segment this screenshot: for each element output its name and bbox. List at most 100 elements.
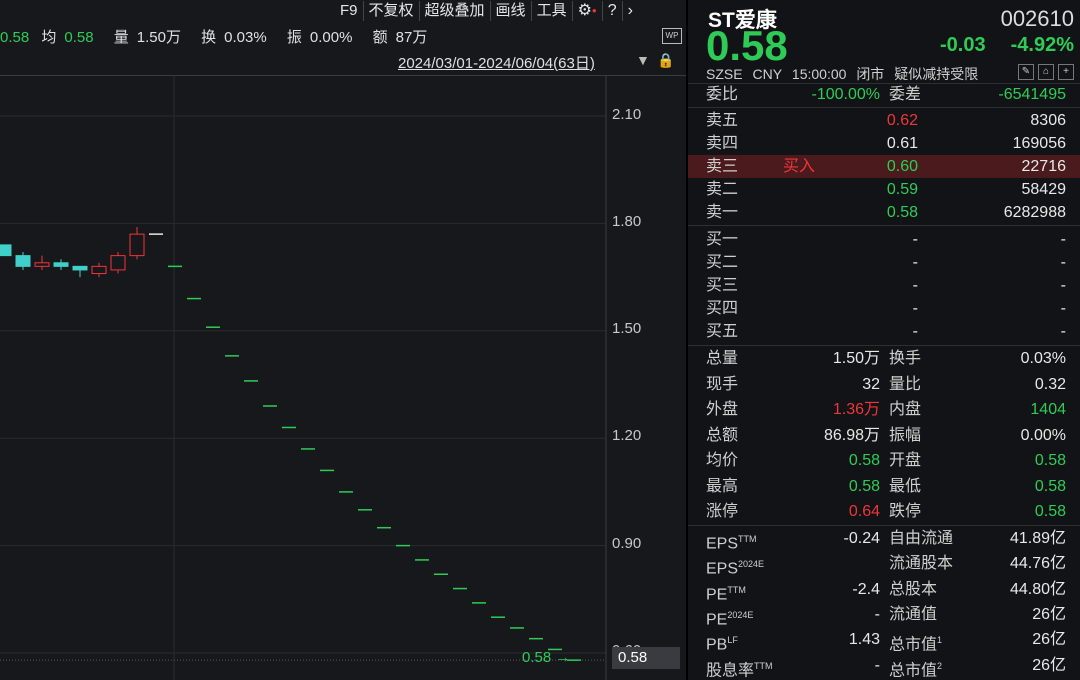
ask-volume: 58429 (1021, 181, 1067, 198)
stat-label: 跌停 (889, 503, 922, 520)
candle-body (72, 265, 88, 271)
bid-level-label: 买五 (706, 323, 739, 340)
fund-label: 流通股本 (889, 555, 954, 573)
ask-price: 0.60 (886, 158, 918, 175)
bid-row[interactable]: 买四 - - (688, 297, 1080, 320)
stock-code: 002610 (1000, 6, 1074, 31)
stat-label: 换手 (889, 350, 922, 367)
fund-value: 26亿 (1032, 605, 1066, 623)
toolbar-no-adjust[interactable]: 不复权 (364, 1, 420, 21)
alert-icon[interactable]: ⌂ (1038, 64, 1054, 80)
stat-label: 涨停 (706, 503, 739, 520)
fund-value: 1.43 (848, 631, 880, 649)
fund-value: 44.76亿 (1009, 555, 1066, 573)
fund-value: -2.4 (852, 580, 880, 598)
fundamental-row[interactable]: 股息率TTM - 总市值2 26亿 (688, 655, 1080, 679)
stat-row[interactable]: 外盘 1.36万 内盘 1404 (688, 399, 1080, 421)
date-range-selector[interactable]: 2024/03/01-2024/06/04(63日) (398, 52, 595, 73)
candlestick-chart[interactable] (0, 76, 686, 680)
dropdown-triangle-icon[interactable]: ▼ (636, 52, 650, 68)
stat-value: 0.58 (848, 477, 880, 495)
ask-row[interactable]: 卖三 买入 0.60 22716 (688, 155, 1080, 178)
buy-tag: 买入 (783, 158, 816, 175)
fundamental-row[interactable]: EPS2024E 流通股本 44.76亿 (688, 553, 1080, 577)
divider (688, 225, 1080, 226)
bid-price: - (912, 323, 918, 340)
lock-icon[interactable]: 🔒 (657, 52, 674, 69)
help-icon[interactable]: ? (603, 1, 623, 21)
stat-row[interactable]: 现手 32 量比 0.32 (688, 374, 1080, 396)
stat-row[interactable]: 总额 86.98万 振幅 0.00% (688, 425, 1080, 447)
stat-row[interactable]: 总量 1.50万 换手 0.03% (688, 348, 1080, 370)
bid-price: - (912, 231, 918, 248)
stat-row[interactable]: 均价 0.58 开盘 0.58 (688, 450, 1080, 472)
quote-panel: ST爱康 002610 0.58 -0.03 -4.92% SZSE CNY 1… (688, 0, 1080, 680)
fundamental-row[interactable]: EPSTTM -0.24 自由流通 41.89亿 (688, 528, 1080, 552)
quote-time: 15:00:00 (791, 66, 847, 82)
stat-amount: 87万 (395, 29, 428, 46)
fundamental-row[interactable]: PETTM -2.4 总股本 44.80亿 (688, 579, 1080, 603)
stat-value: 32 (862, 375, 880, 393)
kline-chart-pane[interactable]: F9 不复权 超级叠加 画线 工具 ⚙● ? › 0.58 均 0.58 量 1.5… (0, 0, 686, 680)
last-price-line-label: 0.58 → (522, 649, 571, 666)
currency: CNY (752, 66, 783, 82)
fund-label-sup: 2024E (727, 609, 754, 620)
bid-price: - (912, 300, 918, 317)
y-tick-label: 1.20 (612, 427, 642, 444)
fund-label: 流通值 (889, 605, 938, 623)
stat-row[interactable]: 涨停 0.64 跌停 0.58 (688, 501, 1080, 523)
bid-row[interactable]: 买三 - - (688, 274, 1080, 297)
quote-header-icons: ✎ ⌂ + (1018, 64, 1074, 80)
fund-label-sup: LF (727, 635, 738, 646)
ask-level-label: 卖五 (706, 112, 739, 129)
gear-icon[interactable]: ⚙● (573, 1, 603, 21)
diff-label: 委差 (889, 86, 922, 103)
stat-amp: 0.00% (309, 29, 353, 46)
bid-row[interactable]: 买一 - - (688, 228, 1080, 251)
toolbar-tools[interactable]: 工具 (532, 1, 573, 21)
fund-label-sup: TTM (754, 660, 773, 671)
ask-level-label: 卖二 (706, 181, 739, 198)
stat-value: 0.58 (848, 452, 880, 469)
stat-value: 0.58 (1034, 477, 1066, 495)
bid-price: - (912, 277, 918, 294)
toolbar-f9[interactable]: F9 (335, 1, 364, 21)
stat-value: 1404 (1030, 401, 1066, 418)
bid-volume: - (1060, 231, 1066, 248)
edit-icon[interactable]: ✎ (1018, 64, 1034, 80)
stat-value: 1.36万 (832, 401, 880, 418)
ask-row[interactable]: 卖一 0.58 6282988 (688, 201, 1080, 224)
ask-row[interactable]: 卖二 0.59 58429 (688, 178, 1080, 201)
add-icon[interactable]: + (1058, 64, 1074, 80)
ask-row[interactable]: 卖五 0.62 8306 (688, 109, 1080, 132)
stat-turnover: 0.03% (224, 29, 267, 46)
y-tick-label: 2.10 (612, 106, 642, 123)
fund-label: 股息率TTM (706, 660, 773, 679)
fund-label: 自由流通 (889, 530, 954, 547)
candle-body (53, 262, 69, 267)
toolbar-overlay[interactable]: 超级叠加 (420, 1, 491, 21)
fund-label: EPSTTM (706, 534, 757, 553)
stat-label: 总额 (706, 426, 739, 444)
stat-row[interactable]: 最高 0.58 最低 0.58 (688, 476, 1080, 498)
fund-value: - (874, 605, 880, 623)
wp-icon[interactable]: WP (662, 28, 682, 44)
stat-value: 1.50万 (832, 350, 880, 367)
fund-label-sup: 1 (937, 635, 943, 646)
toolbar-draw[interactable]: 画线 (491, 1, 532, 21)
stat-label: 内盘 (889, 401, 922, 418)
chevron-right-icon[interactable]: › (623, 1, 638, 21)
ask-row[interactable]: 卖四 0.61 169056 (688, 132, 1080, 155)
stat-value: 0.00% (1020, 426, 1066, 444)
order-ratio-row: 委比 -100.00% 委差 -6541495 (688, 84, 1080, 106)
bid-level-label: 买一 (706, 231, 739, 248)
bid-level-label: 买三 (706, 277, 739, 294)
bid-row[interactable]: 买五 - - (688, 320, 1080, 343)
bid-row[interactable]: 买二 - - (688, 251, 1080, 274)
fundamental-row[interactable]: PBLF 1.43 总市值1 26亿 (688, 629, 1080, 653)
fundamental-row[interactable]: PE2024E - 流通值 26亿 (688, 604, 1080, 628)
ask-level-label: 卖一 (706, 204, 739, 221)
ask-price: 0.59 (886, 181, 918, 198)
stat-value: 0.58 (1034, 503, 1066, 520)
fund-label: 总市值2 (889, 660, 943, 679)
